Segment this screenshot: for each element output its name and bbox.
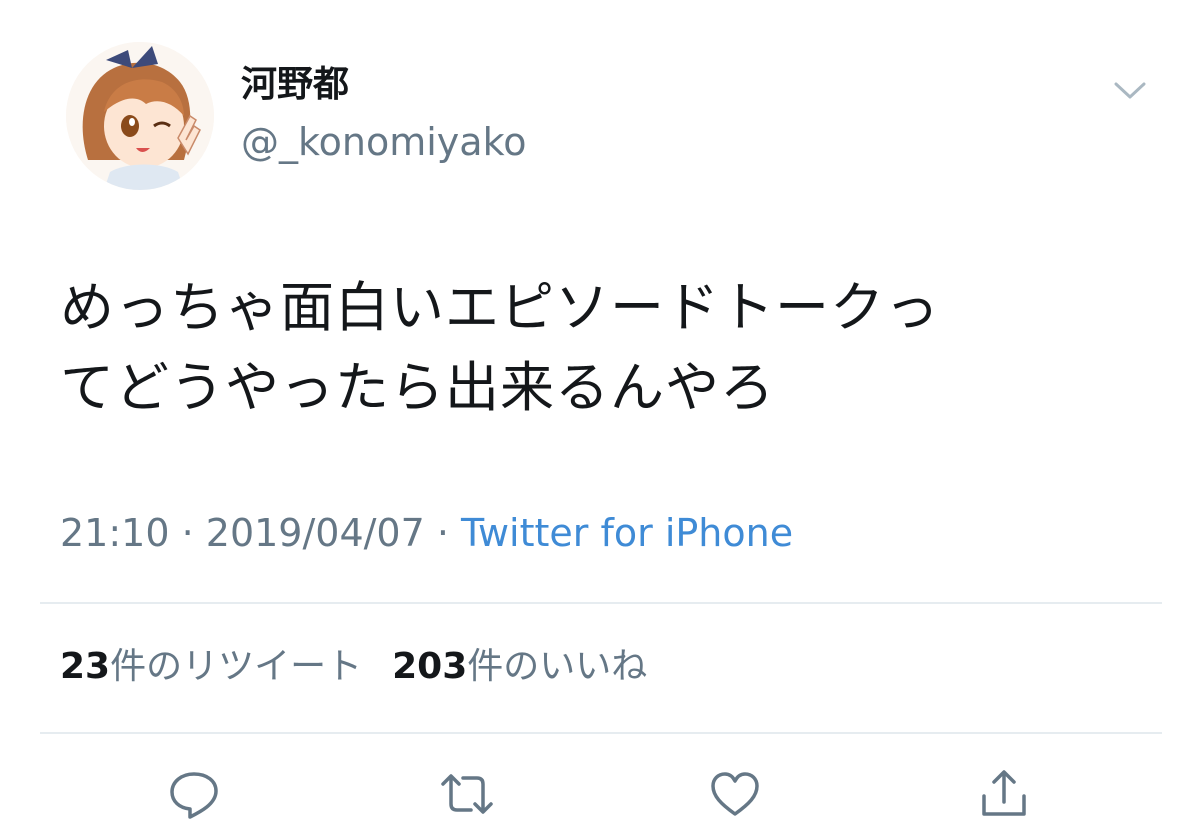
retweet-icon bbox=[441, 774, 493, 814]
meta-separator: · bbox=[169, 511, 206, 555]
tweet-source-link[interactable]: Twitter for iPhone bbox=[461, 511, 793, 555]
tweet-meta: 21:10 · 2019/04/07 · Twitter for iPhone bbox=[60, 508, 793, 558]
retweet-button[interactable] bbox=[439, 766, 495, 822]
avatar[interactable] bbox=[66, 42, 214, 190]
tweet-date: 2019/04/07 bbox=[205, 511, 425, 555]
retweet-count: 23 bbox=[60, 646, 111, 687]
divider bbox=[40, 732, 1162, 734]
chevron-down-icon[interactable] bbox=[1110, 74, 1150, 106]
tweet-stats: 23件のリツイート 203件のいいね bbox=[60, 643, 647, 691]
divider bbox=[40, 602, 1162, 604]
user-handle[interactable]: @_konomiyako bbox=[241, 118, 526, 166]
heart-icon bbox=[711, 772, 759, 816]
share-icon bbox=[982, 770, 1026, 816]
tweet-text-line: てどうやったら出来るんやろ bbox=[60, 356, 775, 419]
meta-separator: · bbox=[424, 511, 462, 555]
reply-icon bbox=[170, 772, 218, 819]
share-button[interactable] bbox=[976, 766, 1032, 822]
tweet-text-line: めっちゃ面白いエピソードトークっ bbox=[60, 276, 940, 339]
reply-button[interactable] bbox=[166, 766, 222, 822]
like-count: 203 bbox=[392, 646, 468, 687]
avatar-illustration bbox=[66, 42, 214, 190]
retweet-count-link[interactable]: 23件のリツイート bbox=[60, 643, 362, 691]
tweet-detail: 河野都 @_konomiyako めっちゃ面白いエピソードトークっ てどうやった… bbox=[0, 0, 1200, 834]
like-count-link[interactable]: 203件のいいね bbox=[392, 643, 647, 691]
tweet-time: 21:10 bbox=[60, 511, 170, 555]
retweet-label: 件のリツイート bbox=[110, 646, 363, 687]
tweet-text: めっちゃ面白いエピソードトークっ てどうやったら出来るんやろ bbox=[60, 268, 1140, 428]
display-name[interactable]: 河野都 bbox=[241, 62, 349, 108]
like-label: 件のいいね bbox=[467, 646, 648, 687]
like-button[interactable] bbox=[707, 766, 763, 822]
